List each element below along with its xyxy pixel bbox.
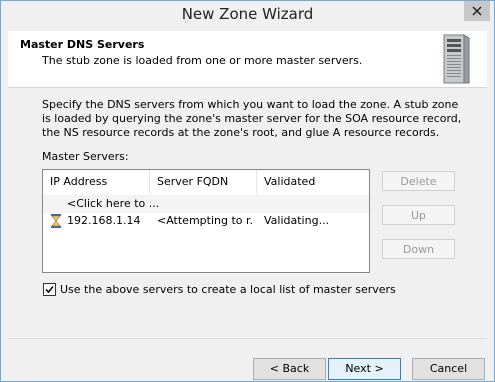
use-local-list-checkbox[interactable] [43, 282, 56, 296]
delete-button[interactable]: Delete [382, 171, 455, 191]
wizard-window: New Zone Wizard Master DNS Servers The s… [0, 0, 495, 382]
validated-cell: Validating... [264, 214, 330, 227]
checkmark-icon [45, 285, 54, 293]
placeholder-text: <Click here to ... [67, 197, 160, 210]
column-server-fqdn[interactable]: Server FQDN [150, 170, 257, 194]
up-button[interactable]: Up [382, 205, 455, 225]
footer-divider [8, 338, 487, 339]
use-local-list-option[interactable]: Use the above servers to create a local … [43, 282, 396, 296]
header-subtitle: The stub zone is loaded from one or more… [42, 54, 363, 67]
down-button[interactable]: Down [382, 239, 455, 259]
title-bar: New Zone Wizard [1, 1, 494, 31]
next-button[interactable]: Next > [328, 358, 401, 380]
list-item-add-placeholder[interactable]: <Click here to ... [43, 195, 369, 213]
use-local-list-label: Use the above servers to create a local … [60, 282, 396, 296]
header-panel: Master DNS Servers The stub zone is load… [8, 31, 487, 88]
close-button[interactable] [464, 1, 490, 21]
server-fqdn-cell: <Attempting to r... [157, 214, 253, 227]
server-icon [443, 34, 470, 84]
list-header: IP Address Server FQDN Validated [43, 170, 369, 195]
master-servers-list[interactable]: IP Address Server FQDN Validated <Click … [42, 169, 370, 273]
ip-address-cell: 192.168.1.14 [67, 214, 141, 227]
back-button[interactable]: < Back [253, 358, 326, 380]
close-icon [472, 6, 482, 16]
column-validated[interactable]: Validated [257, 170, 369, 194]
list-item[interactable]: 192.168.1.14 <Attempting to r... Validat… [43, 212, 369, 230]
cancel-button[interactable]: Cancel [412, 358, 485, 380]
column-ip-address[interactable]: IP Address [43, 170, 150, 194]
hourglass-icon [51, 214, 61, 228]
master-servers-label: Master Servers: [42, 150, 129, 163]
window-title: New Zone Wizard [181, 5, 314, 23]
header-title: Master DNS Servers [20, 38, 145, 51]
description-text: Specify the DNS servers from which you w… [42, 98, 462, 139]
